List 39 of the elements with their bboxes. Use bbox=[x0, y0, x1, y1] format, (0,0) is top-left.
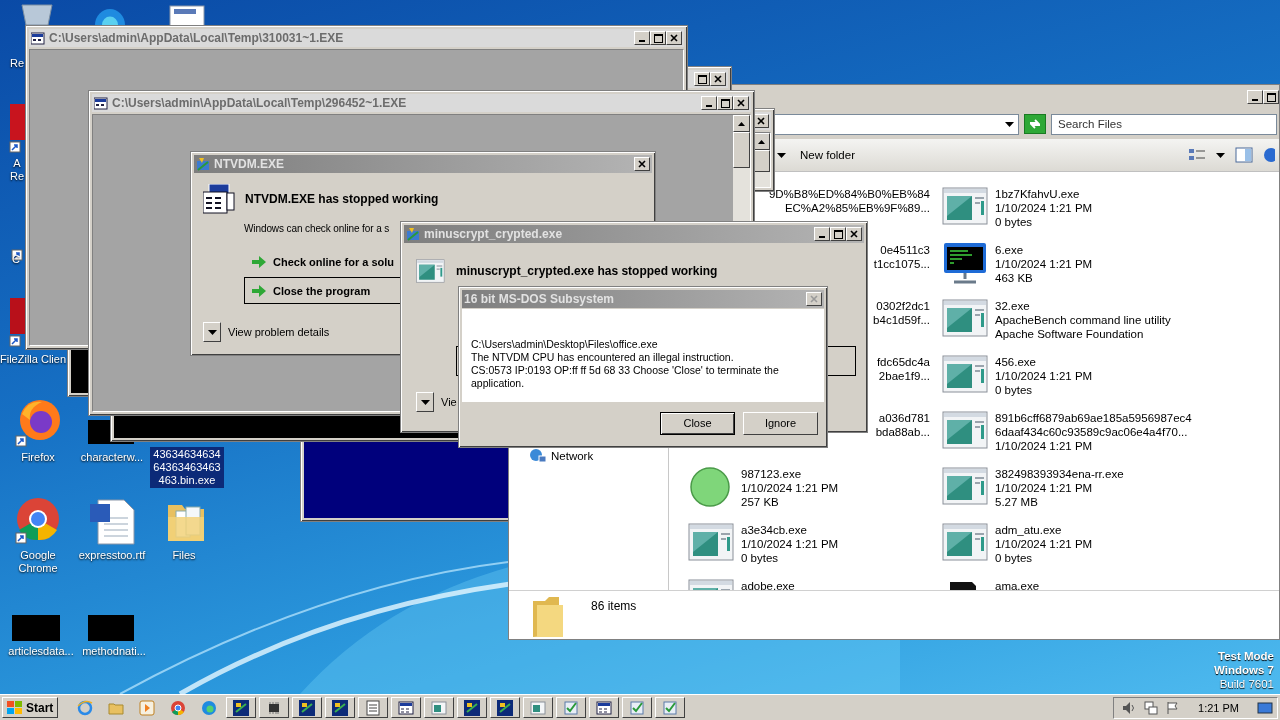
file-details: 0 bytes bbox=[995, 383, 1034, 397]
file-details: t1cc1075... bbox=[873, 257, 930, 271]
file-details: 1/10/2024 1:21 PM bbox=[995, 369, 1093, 383]
window-title: NTVDM.EXE bbox=[214, 157, 285, 171]
file-details: 1/10/2024 1:21 PM bbox=[995, 201, 1093, 215]
file-details: EC%A2%85%EB%9F%89... bbox=[783, 201, 930, 215]
file-details: 1/10/2024 1:21 PM bbox=[995, 257, 1093, 271]
file-details: 6daaf434c60c93589c9ac06e4a4f70... bbox=[995, 425, 1189, 439]
file-details: 1/10/2024 1:21 PM bbox=[995, 481, 1094, 495]
dialog-text: Windows can check online for a s bbox=[244, 222, 390, 236]
file-details: 463 KB bbox=[995, 271, 1034, 285]
file-details: 257 KB bbox=[741, 495, 780, 509]
build-info-text: Build 7601 bbox=[1219, 677, 1274, 691]
file-details: 1/10/2024 1:21 PM bbox=[995, 439, 1094, 453]
window-title: C:\Users\admin\AppData\Local\Temp\310031~1.EXE bbox=[49, 31, 345, 45]
build-info-text: Test Mode bbox=[1218, 649, 1274, 663]
file-details: bda88ab... bbox=[875, 425, 930, 439]
message-text: C:\Users\admin\Desktop\Files\office.exe bbox=[471, 338, 659, 351]
file-details: 1/10/2024 1:21 PM bbox=[995, 537, 1093, 551]
dialog-heading: NTVDM.EXE has stopped working bbox=[245, 192, 439, 206]
clock: 1:21 PM bbox=[1198, 701, 1239, 714]
file-details: ApacheBench command line utility bbox=[995, 313, 1171, 327]
file-details: 0 bytes bbox=[741, 551, 780, 565]
build-info-text: Windows 7 bbox=[1214, 663, 1274, 677]
file-details: 2bae1f9... bbox=[877, 369, 930, 383]
dialog-heading: minuscrypt_crypted.exe has stopped working bbox=[456, 264, 718, 278]
window-title: C:\Users\admin\AppData\Local\Temp\296452~1.EXE bbox=[112, 96, 408, 110]
message-text: CS:0573 IP:0193 OP:ff ff 5d 68 33 Choose 'Close' to terminate the application. bbox=[471, 364, 780, 390]
file-details: 0 bytes bbox=[995, 215, 1034, 229]
file-details: 5.27 MB bbox=[995, 495, 1039, 509]
file-details: 0 bytes bbox=[995, 551, 1034, 565]
file-details: 1/10/2024 1:21 PM bbox=[741, 481, 839, 495]
item-count: 86 items bbox=[591, 599, 637, 613]
file-details: b4c1d59f... bbox=[873, 313, 930, 327]
file-details: 1/10/2024 1:21 PM bbox=[741, 537, 839, 551]
message-text: The NTVDM CPU has encountered an illegal instruction. bbox=[471, 351, 735, 364]
window-title: minuscrypt_crypted.exe bbox=[424, 227, 564, 241]
window-title: 16 bit MS-DOS Subsystem bbox=[464, 292, 616, 306]
file-details: Apache Software Foundation bbox=[995, 327, 1145, 341]
